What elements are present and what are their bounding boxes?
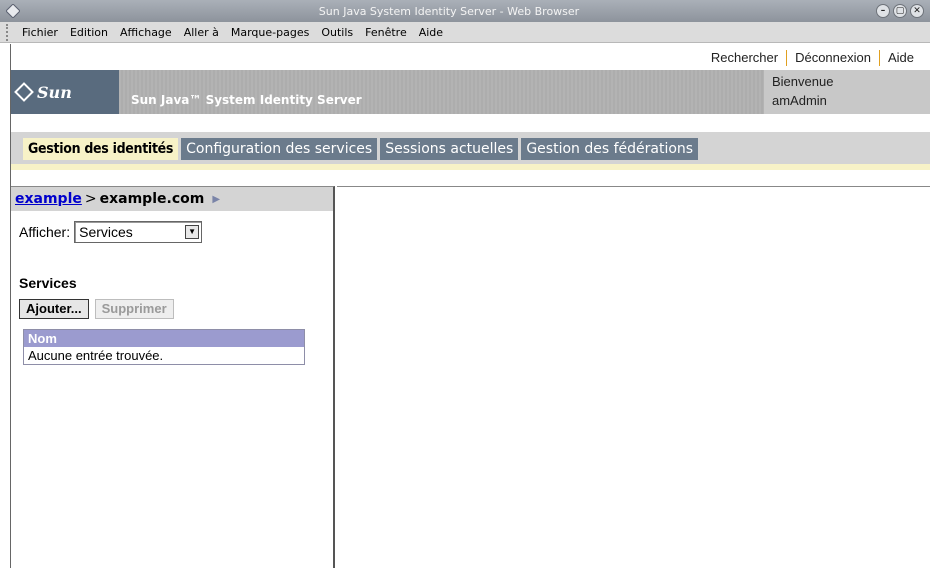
tab-configuration-services[interactable]: Configuration des services [181,138,378,160]
view-label: Afficher: [19,224,71,240]
sun-logo-icon [14,82,34,102]
window-titlebar: Sun Java System Identity Server - Web Br… [0,0,930,22]
breadcrumb-separator: > [84,191,97,207]
view-select-value: Services [79,224,133,240]
product-name: Sun Java™ System Identity Server [131,93,362,107]
masthead: Sun Sun Java™ System Identity Server Bie… [11,70,930,114]
tab-sessions-actuelles[interactable]: Sessions actuelles [380,138,519,160]
minimize-icon[interactable]: – [876,4,890,18]
column-header-nom[interactable]: Nom [24,330,304,347]
welcome-text: Bienvenue [772,74,834,89]
breadcrumb: example > example.com ▶ [11,187,333,211]
user-name: amAdmin [772,93,827,108]
menubar: Fichier Edition Affichage Aller à Marque… [0,22,930,43]
welcome-box: Bienvenue amAdmin [764,70,930,114]
menu-outils[interactable]: Outils [315,26,359,39]
delete-button: Supprimer [94,299,174,319]
tab-gestion-identites[interactable]: Gestion des identités [23,138,179,160]
action-buttons: Ajouter... Supprimer [19,299,174,319]
menu-affichage[interactable]: Affichage [114,26,178,39]
add-button[interactable]: Ajouter... [19,299,89,319]
tab-gestion-federations[interactable]: Gestion des fédérations [521,138,699,160]
menu-aide[interactable]: Aide [413,26,449,39]
navigation-frame: example > example.com ▶ Afficher: Servic… [11,186,335,568]
menu-fichier[interactable]: Fichier [16,26,64,39]
browser-icon [4,2,22,20]
view-select[interactable]: Services ▼ [74,221,203,243]
logout-link[interactable]: Déconnexion [787,50,879,66]
tab-row: Gestion des identités Configuration des … [11,132,930,170]
view-selector: Afficher: Services ▼ [19,221,203,243]
window-title: Sun Java System Identity Server - Web Br… [318,4,580,18]
sun-logo-text: Sun [37,82,72,102]
chevron-down-icon[interactable]: ▼ [185,225,200,239]
page-content: Rechercher Déconnexion Aide Sun Sun Java… [10,44,930,568]
menu-aller-a[interactable]: Aller à [178,26,225,39]
breadcrumb-current: example.com [99,191,205,207]
menu-fenetre[interactable]: Fenêtre [359,26,413,39]
menubar-grip-handle[interactable] [6,23,12,41]
maximize-icon[interactable]: ▢ [893,4,907,18]
tab-strip: Gestion des identités Configuration des … [11,122,930,178]
breadcrumb-link-example[interactable]: example [15,191,82,207]
data-frame [337,186,930,568]
search-link[interactable]: Rechercher [703,50,786,66]
services-table: Nom Aucune entrée trouvée. [23,329,305,365]
sun-logo: Sun [11,70,119,114]
close-icon[interactable]: ✕ [910,4,924,18]
empty-message: Aucune entrée trouvée. [24,347,304,364]
help-link[interactable]: Aide [880,50,922,66]
menu-marque-pages[interactable]: Marque-pages [225,26,315,39]
section-title: Services [19,275,77,291]
utility-links: Rechercher Déconnexion Aide [703,50,922,66]
menu-edition[interactable]: Edition [64,26,114,39]
expand-arrow-icon[interactable]: ▶ [212,194,220,205]
